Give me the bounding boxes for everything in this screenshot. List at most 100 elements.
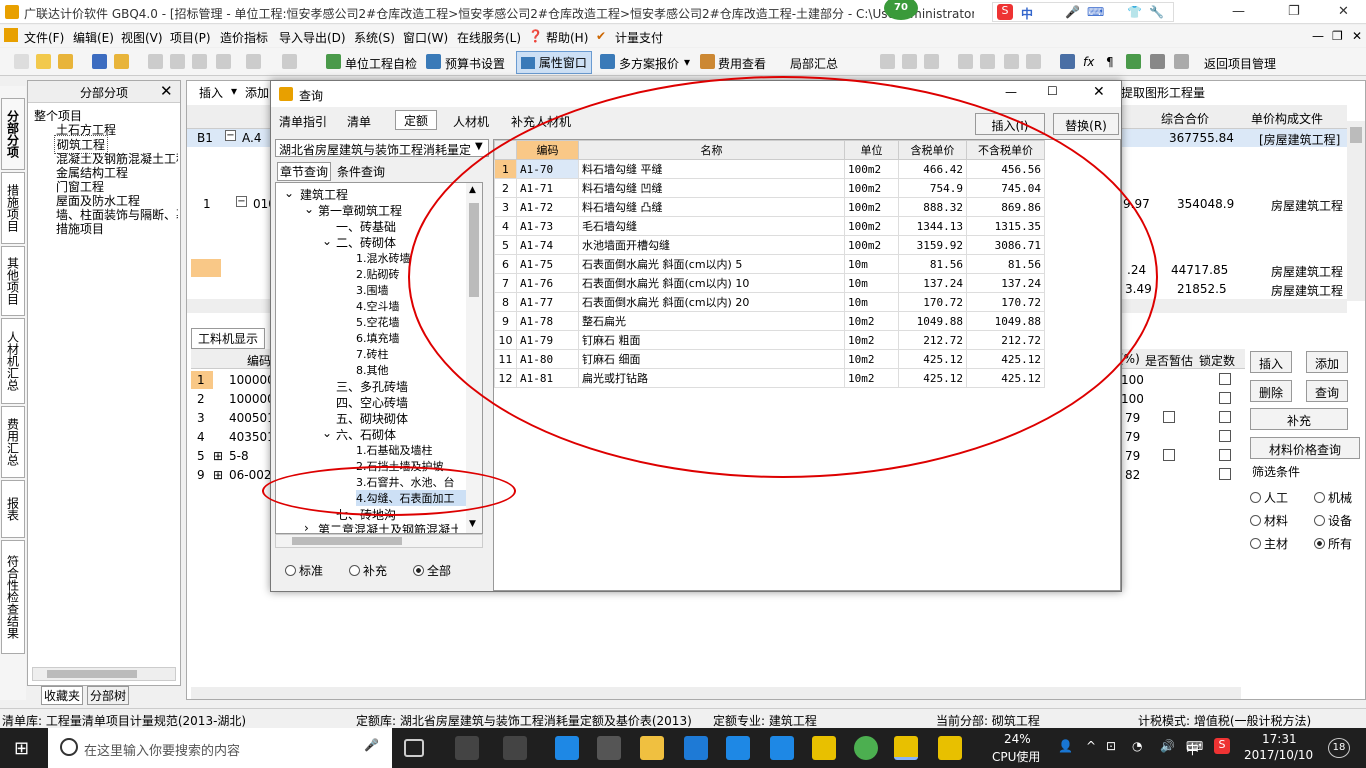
- tools-icon[interactable]: 🔧: [1149, 5, 1164, 19]
- vtab-fee-summary[interactable]: 费用汇总: [1, 406, 25, 478]
- lock-checkbox[interactable]: [1219, 449, 1231, 461]
- open-icon[interactable]: [36, 54, 51, 69]
- mdi-close-icon[interactable]: ✕: [1352, 29, 1362, 43]
- fee-view-button[interactable]: 费用查看: [718, 55, 766, 72]
- app-help-icon[interactable]: [812, 736, 836, 760]
- tab-chapter-query[interactable]: 章节查询: [277, 162, 332, 181]
- radio-all[interactable]: 所有: [1314, 535, 1352, 552]
- dialog-replace-button[interactable]: 替换(R): [1053, 113, 1119, 135]
- store-icon[interactable]: [597, 736, 621, 760]
- menu-view[interactable]: 视图(V): [121, 29, 163, 46]
- mic-icon[interactable]: 🎤: [1065, 5, 1080, 19]
- menu-help[interactable]: 帮助(H): [546, 29, 588, 46]
- ie-icon[interactable]: [684, 736, 708, 760]
- folder-icon[interactable]: [114, 54, 129, 69]
- back-project-button[interactable]: 返回项目管理: [1204, 55, 1276, 72]
- vtab-report[interactable]: 报表: [1, 480, 25, 538]
- grid-icon[interactable]: [1150, 54, 1165, 69]
- quota-library-select[interactable]: 湖北省房屋建筑与装饰工程消耗量定: [275, 139, 489, 157]
- radio-labor[interactable]: 人工: [1250, 489, 1288, 506]
- tree-node[interactable]: 5.空花墙: [356, 314, 400, 330]
- dialog-maximize-icon[interactable]: ☐: [1047, 84, 1058, 98]
- tree-expand-icon[interactable]: ⌄: [304, 202, 314, 216]
- delete-button[interactable]: 删除: [1250, 380, 1292, 402]
- tree-node[interactable]: 三、多孔砖墙: [336, 378, 408, 395]
- formula-icon[interactable]: fx: [1083, 55, 1094, 69]
- tree-node-chapter1[interactable]: 第一章砌筑工程: [318, 202, 402, 219]
- delete-icon[interactable]: [216, 54, 231, 69]
- lock-checkbox[interactable]: [1219, 373, 1231, 385]
- scroll-thumb[interactable]: [47, 670, 137, 678]
- lock-checkbox[interactable]: [1219, 468, 1231, 480]
- menu-measure-pay[interactable]: 计量支付: [615, 29, 663, 46]
- app-swirl-icon[interactable]: [503, 736, 527, 760]
- vtab-compliance[interactable]: 符合性检查结果: [1, 540, 25, 654]
- tree-node[interactable]: 1.混水砖墙: [356, 250, 411, 266]
- vtab-material-summary[interactable]: 人材机汇总: [1, 318, 25, 404]
- insert-button[interactable]: 插入: [199, 84, 223, 101]
- radio-supplement[interactable]: 补充: [349, 562, 387, 579]
- minimize-icon[interactable]: —: [1232, 4, 1245, 19]
- temp-checkbox[interactable]: [1163, 449, 1175, 461]
- insert-button[interactable]: 插入: [1250, 351, 1292, 373]
- multi-scheme-dropdown-icon[interactable]: ▾: [684, 55, 690, 69]
- redo-icon[interactable]: [282, 54, 297, 69]
- clock-date[interactable]: 2017/10/10: [1244, 748, 1313, 762]
- tree-node[interactable]: 3.围墙: [356, 282, 389, 298]
- scroll-down-icon[interactable]: ▼: [469, 519, 476, 529]
- tab-material-display[interactable]: 工料机显示: [191, 328, 266, 349]
- extract-quantity-button[interactable]: 提取图形工程量: [1121, 84, 1205, 101]
- material-price-query-button[interactable]: 材料价格查询: [1250, 437, 1360, 459]
- tree-node-construction[interactable]: 建筑工程: [300, 186, 348, 203]
- scroll-thumb[interactable]: [1350, 127, 1362, 143]
- taskbar-search-box[interactable]: 在这里输入你要搜索的内容 🎤: [48, 728, 392, 768]
- lock-checkbox[interactable]: [1219, 411, 1231, 423]
- tree-item[interactable]: 措施项目: [56, 220, 104, 237]
- supplement-button[interactable]: 补充: [1250, 408, 1348, 430]
- menu-file[interactable]: 文件(F): [24, 29, 64, 46]
- tab-list-guide[interactable]: 清单指引: [271, 112, 335, 132]
- main-vscrollbar[interactable]: [1347, 121, 1365, 301]
- person-icon[interactable]: 👤: [1058, 739, 1073, 753]
- dialog-close-icon[interactable]: ✕: [1093, 84, 1105, 100]
- mdi-restore-icon[interactable]: ❐: [1332, 29, 1343, 43]
- ime-toolbar[interactable]: S 中 🎤 ⌨ 👕 🔧: [992, 2, 1174, 22]
- save-icon[interactable]: [92, 54, 107, 69]
- temp-checkbox[interactable]: [1163, 411, 1175, 423]
- wifi-icon[interactable]: ◔: [1132, 739, 1142, 753]
- radio-machine[interactable]: 机械: [1314, 489, 1352, 506]
- cut-icon[interactable]: [148, 54, 163, 69]
- menu-cost-index[interactable]: 造价指标: [220, 29, 268, 46]
- arrow-right-icon[interactable]: [980, 54, 995, 69]
- tree-node[interactable]: 2.贴砌砖: [356, 266, 400, 282]
- glodon-g-icon[interactable]: [726, 736, 750, 760]
- undo-icon[interactable]: [246, 54, 261, 69]
- lock-checkbox[interactable]: [1219, 430, 1231, 442]
- mdi-minimize-icon[interactable]: —: [1312, 29, 1324, 43]
- ime-indicator[interactable]: 中: [1186, 739, 1199, 758]
- tab-section-tree[interactable]: 分部树: [87, 686, 130, 705]
- tree-node[interactable]: 五、砌块砌体: [336, 410, 408, 427]
- self-check-button[interactable]: 单位工程自检: [345, 55, 417, 72]
- radio-main-material[interactable]: 主材: [1250, 535, 1288, 552]
- tree-node[interactable]: 一、砖基础: [336, 218, 396, 235]
- menu-system[interactable]: 系统(S): [354, 29, 395, 46]
- app-gbq-icon[interactable]: [894, 736, 918, 760]
- paste-icon[interactable]: [192, 54, 207, 69]
- volume-icon[interactable]: 🔊: [1160, 739, 1175, 753]
- tree-hscrollbar[interactable]: [275, 534, 483, 548]
- tab-favorites[interactable]: 收藏夹: [41, 686, 84, 705]
- tree-node[interactable]: 4.空斗墙: [356, 298, 400, 314]
- app-help2-icon[interactable]: [938, 736, 962, 760]
- tray-up-icon[interactable]: ^: [1086, 739, 1096, 753]
- microphone-icon[interactable]: 🎤: [364, 738, 379, 752]
- lower-hscrollbar[interactable]: [191, 687, 1241, 699]
- clock-time[interactable]: 17:31: [1262, 732, 1297, 746]
- add-button[interactable]: 添加: [245, 84, 269, 101]
- nav-next-icon[interactable]: [924, 54, 939, 69]
- collapse-icon[interactable]: −: [225, 130, 236, 141]
- close-icon[interactable]: ✕: [160, 82, 173, 100]
- tree-node[interactable]: 6.填充墙: [356, 330, 400, 346]
- scroll-thumb[interactable]: [292, 537, 402, 545]
- vtab-other[interactable]: 其他项目: [1, 246, 25, 316]
